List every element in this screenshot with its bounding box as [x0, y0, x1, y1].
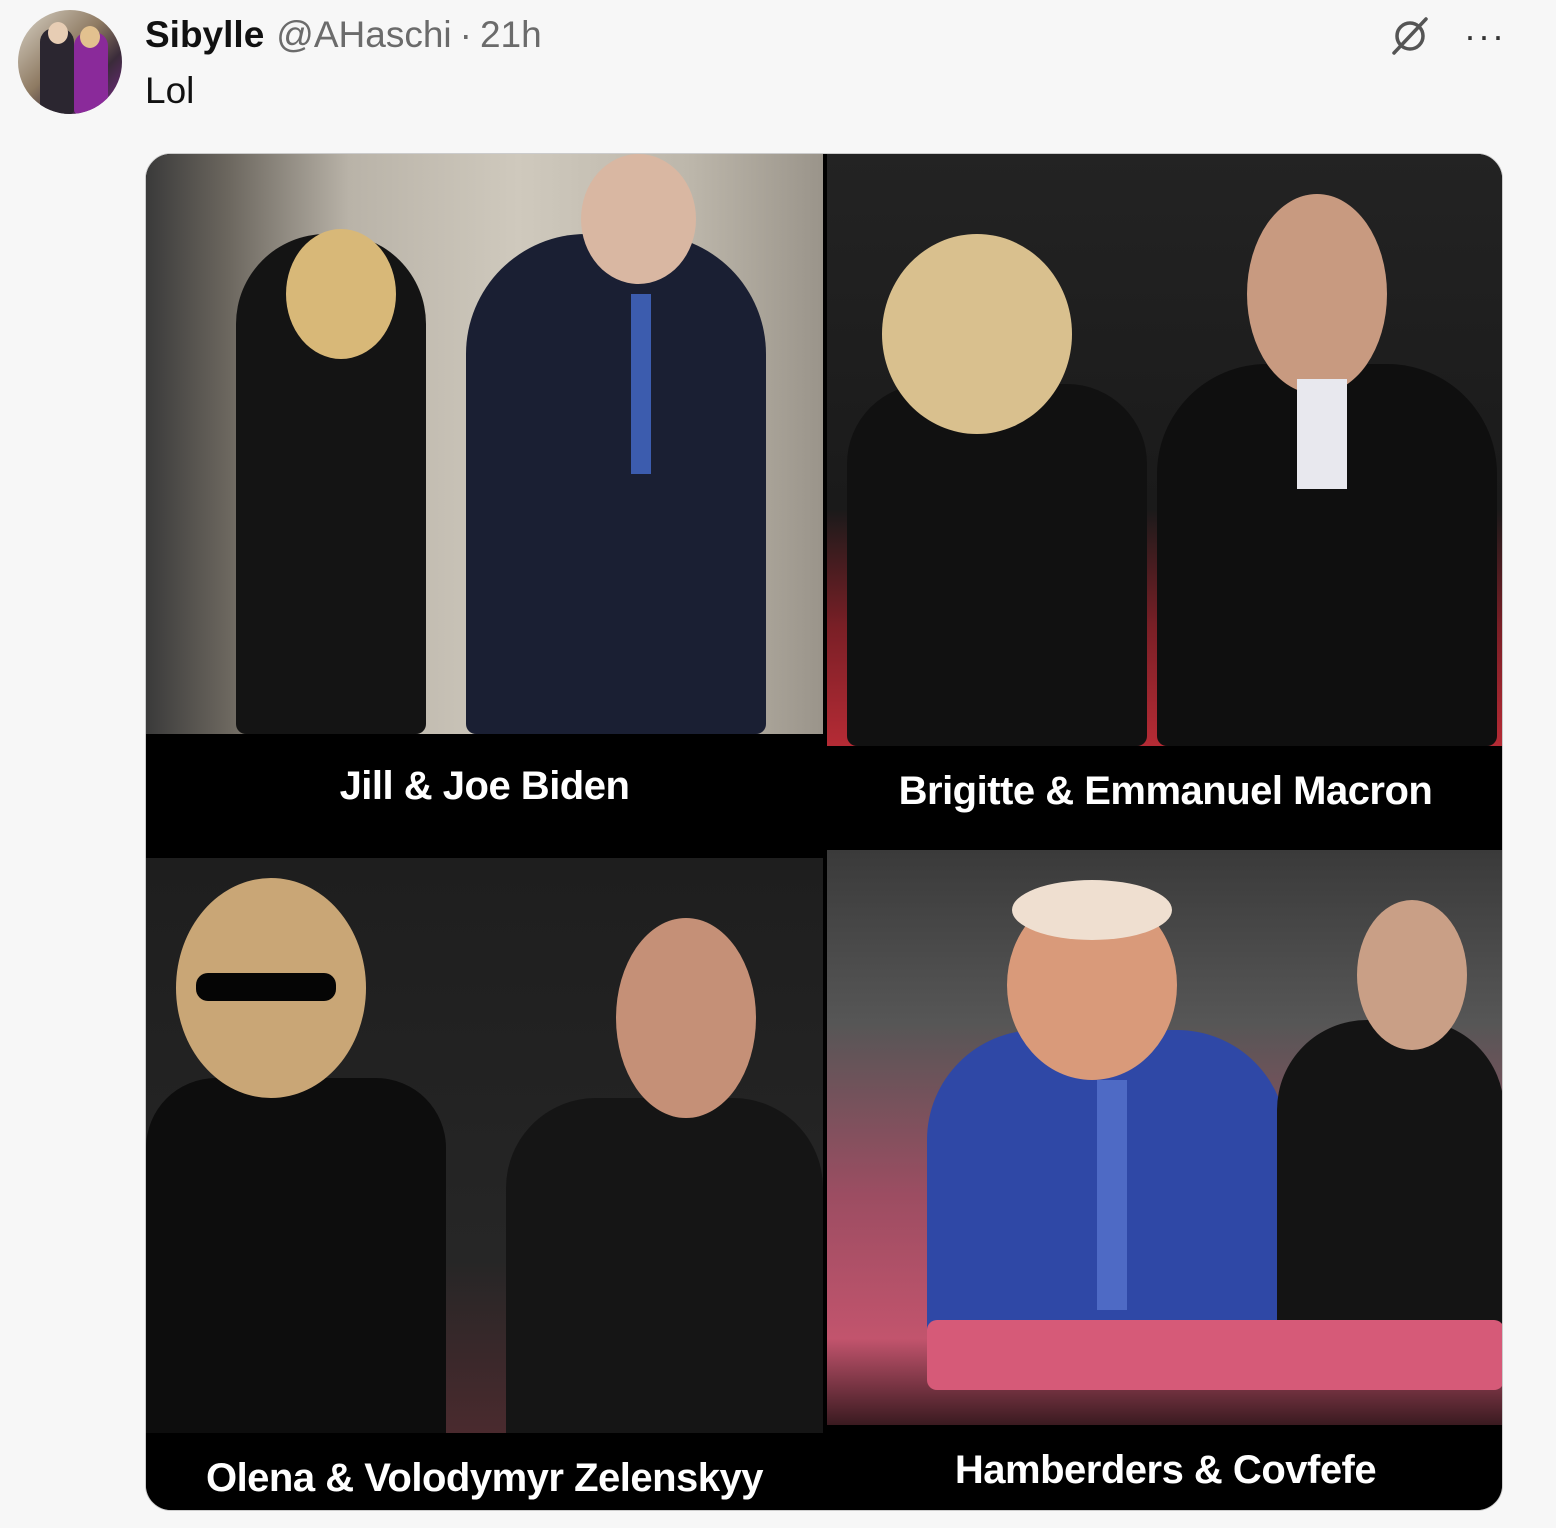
panel-caption: Hamberders & Covfefe — [954, 1448, 1377, 1492]
post[interactable]: Sibylle @AHaschi · 21h ··· Lol Jill & Jo… — [0, 0, 1556, 1528]
post-actions: ··· — [1388, 14, 1506, 58]
avatar-figure — [80, 26, 100, 48]
grok-icon[interactable] — [1388, 14, 1432, 58]
image-panel: Jill & Joe Biden — [146, 154, 823, 854]
post-time[interactable]: 21h — [480, 14, 542, 56]
panel-caption: Jill & Joe Biden — [339, 764, 630, 808]
avatar[interactable] — [18, 10, 122, 114]
separator: · — [459, 14, 472, 55]
photo — [827, 154, 1502, 746]
image-panel: Hamberders & Covfefe — [827, 850, 1502, 1510]
post-text: Lol — [145, 70, 195, 111]
post-image[interactable]: Jill & Joe Biden Brigitte & Emmanuel Mac… — [145, 153, 1503, 1511]
author-handle[interactable]: @AHaschi — [276, 14, 451, 56]
panel-caption: Brigitte & Emmanuel Macron — [898, 769, 1433, 813]
photo — [827, 850, 1502, 1425]
more-options-icon[interactable]: ··· — [1464, 18, 1506, 54]
avatar-figure — [48, 22, 68, 44]
photo — [146, 154, 823, 734]
author-name[interactable]: Sibylle — [145, 14, 264, 56]
panel-caption: Olena & Volodymyr Zelenskyy — [205, 1456, 764, 1500]
image-panel: Olena & Volodymyr Zelenskyy — [146, 858, 823, 1510]
post-header: Sibylle @AHaschi · 21h — [145, 14, 542, 58]
photo — [146, 858, 823, 1433]
image-panel: Brigitte & Emmanuel Macron — [827, 154, 1502, 849]
